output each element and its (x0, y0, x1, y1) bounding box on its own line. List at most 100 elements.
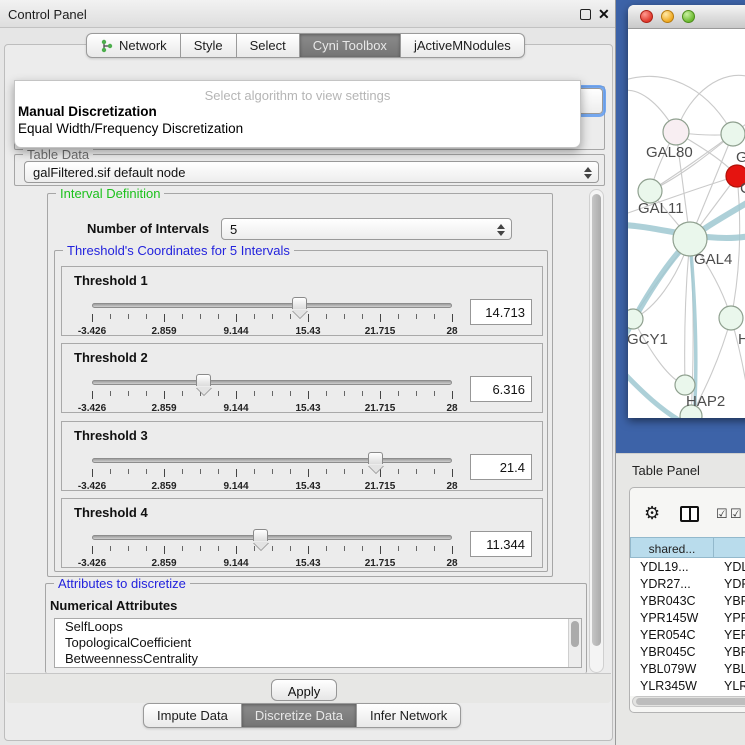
slider-tick (308, 314, 309, 322)
network-canvas[interactable]: GAL80GACGAL11GAL4GCY1HHAP2 (628, 29, 745, 418)
minimize-traffic-light[interactable] (661, 10, 674, 23)
close-icon[interactable]: ✕ (598, 6, 610, 22)
dropdown-option-equal-width[interactable]: Equal Width/Frequency Discretization (15, 120, 580, 137)
network-node[interactable] (721, 122, 745, 146)
threshold-3-slider[interactable]: -3.4262.8599.14415.4321.71528 (92, 458, 452, 488)
threshold-2-panel: Threshold 2 -3.4262.8599.14415.4321.7152… (61, 343, 543, 413)
number-of-intervals-label: Number of Intervals (87, 221, 209, 236)
close-traffic-light[interactable] (640, 10, 653, 23)
node-label: HAP2 (686, 393, 725, 410)
scrollbar-thumb[interactable] (592, 194, 601, 646)
table-row[interactable]: YBL079WYBL0 (630, 660, 745, 677)
slider-thumb[interactable] (292, 297, 307, 309)
scrollbar-thumb[interactable] (571, 621, 579, 647)
checkbox-icon[interactable]: ☑ (730, 507, 742, 520)
tick-label: 28 (446, 558, 457, 569)
slider-tick (272, 391, 273, 396)
slider-tick (110, 391, 111, 396)
tick-label: 15.43 (295, 481, 320, 492)
table-row[interactable]: YPR145WYPR1 (630, 609, 745, 626)
node-label: GAL80 (646, 144, 693, 161)
tab-infer-network[interactable]: Infer Network (357, 703, 461, 728)
threshold-4-slider[interactable]: -3.4262.8599.14415.4321.71528 (92, 535, 452, 565)
slider-tick (236, 546, 237, 554)
cyni-toolbox-panel: Discretization Algorithm Select algorith… (4, 44, 613, 741)
threshold-2-slider[interactable]: -3.4262.8599.14415.4321.71528 (92, 380, 452, 410)
table-header: shared... na (630, 537, 745, 558)
list-item[interactable]: BetweennessCentrality (55, 651, 581, 667)
slider-tick (236, 469, 237, 477)
network-node[interactable] (675, 375, 695, 395)
dropdown-option-manual[interactable]: Manual Discretization (15, 103, 580, 120)
threshold-4-value-field[interactable]: 11.344 (470, 531, 532, 557)
cell-shared-name: YBL079W (630, 660, 714, 677)
number-of-intervals-combo[interactable]: 5 (221, 218, 512, 240)
scrollbar-thumb[interactable] (636, 698, 745, 705)
slider-tick (434, 314, 435, 319)
numerical-attributes-list[interactable]: SelfLoopsTopologicalCoefficientBetweenne… (54, 618, 582, 668)
slider-tick (146, 546, 147, 551)
threshold-4-panel: Threshold 4 -3.4262.8599.14415.4321.7152… (61, 498, 543, 568)
cell-shared-name: YLR345W (630, 677, 714, 694)
threshold-3-value-field[interactable]: 21.4 (470, 454, 532, 480)
slider-tick (380, 314, 381, 322)
cell-name: YER0 (714, 626, 745, 643)
table-row[interactable]: YBR045CYBR0 (630, 643, 745, 660)
table-row[interactable]: YBR043CYBR0 (630, 592, 745, 609)
slider-tick (110, 314, 111, 319)
table-row[interactable]: YDR27...YDR2 (630, 575, 745, 592)
tick-label: 21.715 (365, 481, 396, 492)
algorithm-dropdown-popup: Select algorithm to view settings Manual… (14, 80, 581, 148)
network-node[interactable] (663, 119, 689, 145)
slider-thumb[interactable] (196, 374, 211, 386)
tab-style[interactable]: Style (181, 33, 237, 58)
slider-tick (272, 469, 273, 474)
tick-label: 28 (446, 326, 457, 337)
tab-jactivemnodules[interactable]: jActiveMNodules (401, 33, 525, 58)
group-title: Attributes to discretize (54, 577, 190, 591)
checkbox-icon[interactable]: ☑ (716, 507, 728, 520)
slider-thumb[interactable] (253, 529, 268, 541)
slider-tick (128, 391, 129, 396)
threshold-1-slider[interactable]: -3.4262.8599.14415.4321.71528 (92, 303, 452, 333)
table-row[interactable]: YDL19...YDL1 (630, 558, 745, 575)
column-header-shared-name[interactable]: shared... (630, 537, 714, 558)
zoom-traffic-light[interactable] (682, 10, 695, 23)
table-row[interactable]: YER054CYER0 (630, 626, 745, 643)
tab-network[interactable]: Network (86, 33, 181, 58)
table-hscrollbar[interactable] (632, 696, 745, 707)
tab-cyni-toolbox[interactable]: Cyni Toolbox (300, 33, 401, 58)
cell-name: YDL1 (714, 558, 745, 575)
settings-scrollbar[interactable] (589, 189, 604, 673)
slider-tick (416, 469, 417, 474)
list-scrollbar[interactable] (568, 619, 581, 667)
tab-impute-data[interactable]: Impute Data (143, 703, 242, 728)
network-node[interactable] (719, 306, 743, 330)
list-item[interactable]: SelfLoops (55, 619, 581, 635)
tab-discretize-data[interactable]: Discretize Data (242, 703, 357, 728)
slider-tick (416, 391, 417, 396)
split-view-icon[interactable] (680, 506, 699, 522)
list-item[interactable]: TopologicalCoefficient (55, 635, 581, 651)
tick-label: 21.715 (365, 326, 396, 337)
network-node[interactable] (628, 309, 643, 329)
slider-tick (254, 469, 255, 474)
slider-thumb[interactable] (368, 452, 383, 464)
apply-button[interactable]: Apply (271, 679, 337, 701)
gear-icon[interactable]: ⚙ (644, 504, 660, 522)
table-row[interactable]: YLR345WYLR3 (630, 677, 745, 694)
cell-shared-name: YPR145W (630, 609, 714, 626)
column-header-name[interactable]: na (714, 537, 745, 558)
float-window-icon[interactable] (580, 9, 591, 20)
list-items: SelfLoopsTopologicalCoefficientBetweenne… (55, 619, 581, 667)
threshold-1-value-field[interactable]: 14.713 (470, 299, 532, 325)
group-title: Interval Definition (56, 187, 164, 201)
table-data-combo[interactable]: galFiltered.sif default node (24, 161, 599, 183)
network-edge (685, 239, 690, 385)
table-window: ⚙ ☑ ☑ shared... na YDL19...YDL1YDR27...Y… (629, 487, 745, 713)
tab-select[interactable]: Select (237, 33, 300, 58)
slider-tick (164, 314, 165, 322)
combo-stepper-icon (583, 166, 592, 180)
threshold-2-value-field[interactable]: 6.316 (470, 376, 532, 402)
slider-tick (110, 546, 111, 551)
